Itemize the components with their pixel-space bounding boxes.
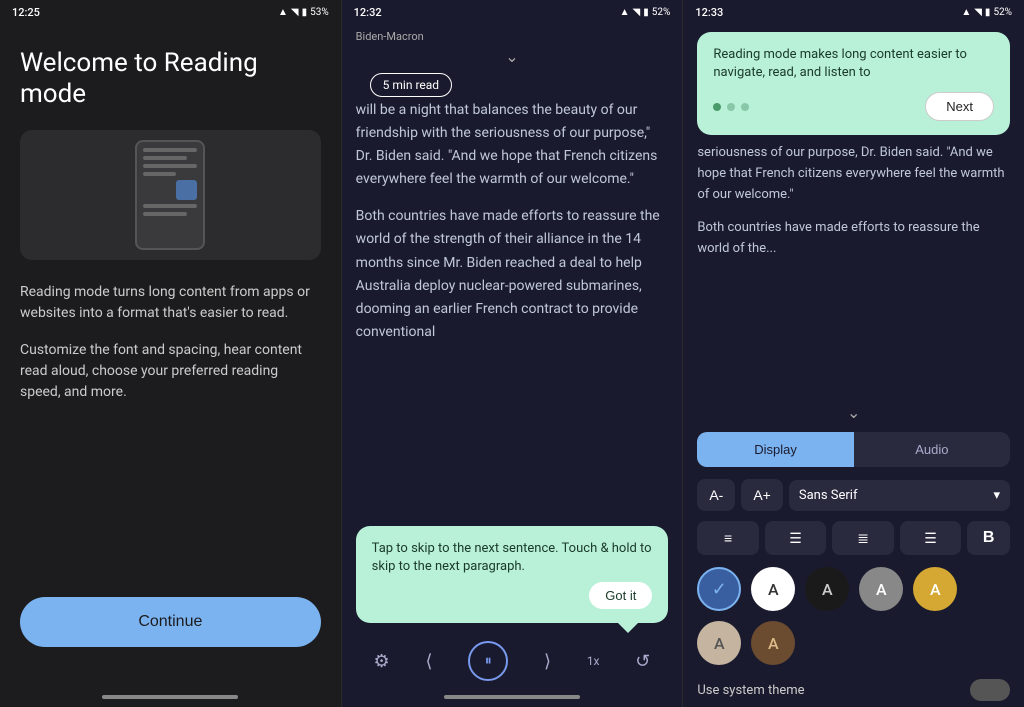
article-header: Biden-Macron ⌄: [342, 24, 683, 74]
system-theme-toggle[interactable]: [970, 679, 1010, 701]
article-title: Biden-Macron: [356, 30, 424, 43]
article-paragraph-2: Both countries have made efforts to reas…: [356, 205, 669, 344]
battery-pct-1: 53%: [310, 7, 329, 18]
status-icons-3: ▲ ◥ ▮ 52%: [961, 7, 1012, 18]
signal-icon-2: ▲: [620, 7, 630, 18]
color-circle-1[interactable]: A: [751, 567, 795, 611]
font-decrease-button[interactable]: A-: [697, 479, 735, 511]
chevron-row[interactable]: ⌄: [683, 399, 1024, 426]
font-size-controls: A- A+ Sans Serif ▾: [683, 473, 1024, 517]
bold-button[interactable]: B: [967, 521, 1010, 555]
align-right-button[interactable]: ≣: [832, 521, 893, 555]
home-indicator-1: [102, 695, 238, 699]
dot-1: [713, 103, 721, 111]
font-family-selector[interactable]: Sans Serif ▾: [789, 480, 1010, 511]
tooltip-text: Tap to skip to the next sentence. Touch …: [372, 540, 653, 576]
mockup-block: [176, 180, 198, 200]
phone-settings: 12:33 ▲ ◥ ▮ 52% Reading mode makes long …: [683, 0, 1024, 707]
mockup-line-1: [143, 148, 197, 152]
battery-icon-3: ▮: [985, 7, 991, 18]
tab-display[interactable]: Display: [697, 432, 853, 467]
wifi-icon: ◥: [291, 7, 299, 18]
alignment-controls: ≡ ☰ ≣ ☰ B: [683, 517, 1024, 559]
settings-button[interactable]: ⚙: [374, 651, 390, 672]
tooltip-actions: Got it: [372, 582, 653, 609]
phone-article: 12:32 ▲ ◥ ▮ 52% Biden-Macron ⌄ 5 min rea…: [342, 0, 684, 707]
tooltip-navigation: Next: [713, 92, 994, 121]
align-left-button[interactable]: ≡: [697, 521, 758, 555]
bottom-controls: ⚙ ⟨ ⏸ ⟩ 1x ↺: [342, 631, 683, 691]
align-center-button[interactable]: ☰: [765, 521, 826, 555]
battery-icon: ▮: [302, 7, 308, 18]
speed-indicator: 1x: [587, 654, 600, 668]
battery-pct-2: 52%: [652, 7, 671, 18]
article-para-3-1: seriousness of our purpose, Dr. Biden sa…: [697, 143, 1010, 205]
color-circle-3[interactable]: A: [859, 567, 903, 611]
welcome-desc-1: Reading mode turns long content from app…: [20, 282, 321, 324]
mockup-line-4: [143, 172, 175, 176]
welcome-desc-2: Customize the font and spacing, hear con…: [20, 340, 321, 403]
mockup-line-2: [143, 156, 186, 160]
color-circle-5[interactable]: A: [697, 621, 741, 665]
battery-pct-3: 52%: [993, 7, 1012, 18]
got-it-button[interactable]: Got it: [589, 582, 652, 609]
next-button[interactable]: Next: [925, 92, 994, 121]
status-bar-1: 12:25 ▲ ◥ ▮ 53%: [0, 0, 341, 24]
signal-icon-3: ▲: [961, 7, 971, 18]
tooltip-box: Tap to skip to the next sentence. Touch …: [356, 526, 669, 623]
font-increase-button[interactable]: A+: [741, 479, 783, 511]
color-circle-2[interactable]: A: [805, 567, 849, 611]
status-icons-1: ▲ ◥ ▮ 53%: [278, 7, 329, 18]
skip-forward-button[interactable]: ⟩: [544, 651, 551, 672]
skip-back-button[interactable]: ⟨: [425, 651, 432, 672]
mockup-line-3: [143, 164, 197, 168]
status-icons-2: ▲ ◥ ▮ 52%: [620, 7, 671, 18]
status-bar-2: 12:32 ▲ ◥ ▮ 52%: [342, 0, 683, 24]
welcome-content: Welcome to Reading mode Reading mode tur…: [0, 24, 341, 691]
loop-button[interactable]: ↺: [635, 651, 650, 672]
time-2: 12:32: [354, 6, 382, 19]
font-family-label: Sans Serif: [799, 488, 858, 503]
color-circle-6[interactable]: A: [751, 621, 795, 665]
welcome-title: Welcome to Reading mode: [20, 48, 321, 110]
phone-mockup-image: [20, 130, 321, 260]
home-indicator-2: [444, 695, 580, 699]
color-circle-0[interactable]: ✓: [697, 567, 741, 611]
dot-3: [741, 103, 749, 111]
time-3: 12:33: [695, 6, 723, 19]
status-bar-3: 12:33 ▲ ◥ ▮ 52%: [683, 0, 1024, 24]
time-1: 12:25: [12, 6, 40, 19]
continue-button[interactable]: Continue: [20, 597, 321, 647]
align-justify-button[interactable]: ☰: [900, 521, 961, 555]
theme-color-circles: ✓AAAAAA: [683, 559, 1024, 673]
display-audio-tabs: Display Audio: [697, 432, 1010, 467]
mockup-line-6: [143, 212, 186, 216]
onboarding-tooltip-text: Reading mode makes long content easier t…: [713, 46, 994, 82]
chevron-down-icon[interactable]: ⌄: [505, 47, 518, 66]
signal-icon: ▲: [278, 7, 288, 18]
mockup-inner: [135, 140, 205, 250]
progress-dots: [713, 103, 749, 111]
read-time-wrapper: 5 min read: [342, 74, 683, 99]
battery-icon-2: ▮: [643, 7, 649, 18]
mockup-line-5: [143, 204, 197, 208]
wifi-icon-2: ◥: [633, 7, 641, 18]
system-theme-row: Use system theme: [683, 673, 1024, 707]
onboarding-tooltip: Reading mode makes long content easier t…: [697, 32, 1010, 135]
tab-audio[interactable]: Audio: [854, 432, 1010, 467]
read-time-badge: 5 min read: [370, 73, 452, 97]
phone-welcome: 12:25 ▲ ◥ ▮ 53% Welcome to Reading mode …: [0, 0, 342, 707]
article-text-3: seriousness of our purpose, Dr. Biden sa…: [683, 143, 1024, 399]
wifi-icon-3: ◥: [974, 7, 982, 18]
dot-2: [727, 103, 735, 111]
article-text-area: will be a night that balances the beauty…: [342, 99, 683, 518]
article-paragraph-1: will be a night that balances the beauty…: [356, 99, 669, 191]
system-theme-label: Use system theme: [697, 683, 804, 698]
dropdown-icon: ▾: [993, 488, 1000, 503]
pause-button[interactable]: ⏸: [468, 641, 508, 681]
article-para-3-2: Both countries have made efforts to reas…: [697, 218, 1010, 260]
color-circle-4[interactable]: A: [913, 567, 957, 611]
